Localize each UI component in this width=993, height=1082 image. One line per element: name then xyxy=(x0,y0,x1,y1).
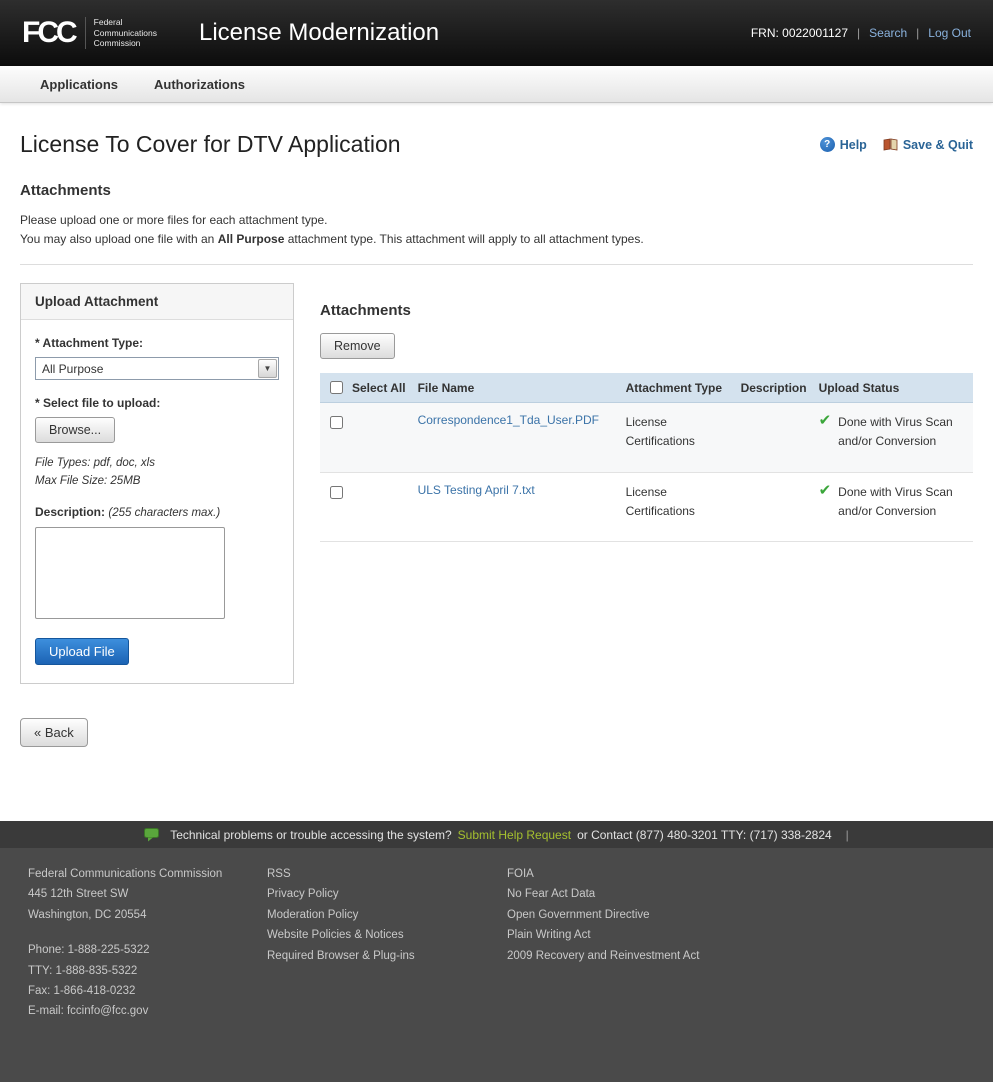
attachments-table: Select All File Name Attachment Type Des… xyxy=(320,373,973,542)
search-link[interactable]: Search xyxy=(869,26,907,40)
help-bar: Technical problems or trouble accessing … xyxy=(0,821,993,848)
footer-link-plain-writing[interactable]: Plain Writing Act xyxy=(507,925,993,945)
app-title: License Modernization xyxy=(199,19,439,47)
book-icon xyxy=(883,138,898,151)
submit-help-request-link[interactable]: Submit Help Request xyxy=(458,828,571,842)
row-checkbox[interactable] xyxy=(330,486,343,499)
help-bar-text: Technical problems or trouble accessing … xyxy=(170,828,451,842)
upload-status-text: Done with Virus Scan and/or Conversion xyxy=(838,413,967,451)
back-button[interactable]: « Back xyxy=(20,718,88,747)
main-nav: Applications Authorizations xyxy=(0,66,993,103)
footer-links-column-1: RSS Privacy Policy Moderation Policy Web… xyxy=(267,864,507,1022)
footer-link-privacy-policy[interactable]: Privacy Policy xyxy=(267,884,507,904)
column-file-name: File Name xyxy=(412,373,620,403)
footer-fcc-name: Federal Communications Commission xyxy=(28,864,267,884)
chevron-down-icon: ▼ xyxy=(258,359,277,378)
browse-button[interactable]: Browse... xyxy=(35,417,115,443)
footer-link-moderation-policy[interactable]: Moderation Policy xyxy=(267,905,507,925)
row-checkbox[interactable] xyxy=(330,416,343,429)
chat-bubble-icon xyxy=(144,828,160,842)
footer-address-line1: 445 12th Street SW xyxy=(28,884,267,904)
table-row: ULS Testing April 7.txt License Certific… xyxy=(320,472,973,541)
footer-link-no-fear-act[interactable]: No Fear Act Data xyxy=(507,884,993,904)
separator: | xyxy=(857,26,860,40)
attachments-list-heading: Attachments xyxy=(320,283,973,319)
upload-attachment-panel: Upload Attachment * Attachment Type: All… xyxy=(20,283,294,684)
success-check-icon: ✔ xyxy=(819,483,832,498)
attachment-type-label: * Attachment Type: xyxy=(35,336,279,350)
footer-email: E-mail: fccinfo@fcc.gov xyxy=(28,1001,267,1021)
page-title: License To Cover for DTV Application xyxy=(20,131,401,158)
help-icon: ? xyxy=(820,137,835,152)
success-check-icon: ✔ xyxy=(819,413,832,428)
help-link-label: Help xyxy=(840,138,867,152)
file-name-link[interactable]: Correspondence1_Tda_User.PDF xyxy=(418,413,599,427)
separator: | xyxy=(846,828,849,842)
fcc-logo[interactable]: FCC Federal Communications Commission xyxy=(22,17,157,49)
remove-button[interactable]: Remove xyxy=(320,333,395,359)
file-types-note: File Types: pdf, doc, xls xyxy=(35,455,279,473)
upload-status-text: Done with Virus Scan and/or Conversion xyxy=(838,483,967,521)
top-header: FCC Federal Communications Commission Li… xyxy=(0,0,993,66)
max-file-size-note: Max File Size: 25MB xyxy=(35,473,279,491)
footer-contact-column: Federal Communications Commission 445 12… xyxy=(28,864,267,1022)
logout-link[interactable]: Log Out xyxy=(928,26,971,40)
attachment-type-value: License Certifications xyxy=(626,413,716,451)
frn-label: FRN: 0022001127 xyxy=(751,26,848,40)
footer-tty: TTY: 1-888-835-5322 xyxy=(28,961,267,981)
logo-sub-line1: Federal xyxy=(94,17,123,27)
fcc-logo-subtext: Federal Communications Commission xyxy=(85,17,157,49)
attachment-type-value: License Certifications xyxy=(626,483,716,521)
instructions-line2: You may also upload one file with an All… xyxy=(20,230,973,249)
description-hint: (255 characters max.) xyxy=(108,507,220,519)
nav-item-applications[interactable]: Applications xyxy=(40,77,118,92)
footer-link-required-browser[interactable]: Required Browser & Plug-ins xyxy=(267,946,507,966)
select-all-checkbox[interactable] xyxy=(330,381,343,394)
attachment-type-selected-value: All Purpose xyxy=(42,362,103,376)
footer-fax: Fax: 1-866-418-0232 xyxy=(28,981,267,1001)
column-upload-status: Upload Status xyxy=(813,373,973,403)
footer-link-foia[interactable]: FOIA xyxy=(507,864,993,884)
table-row: Correspondence1_Tda_User.PDF License Cer… xyxy=(320,403,973,472)
save-and-quit-label: Save & Quit xyxy=(903,138,973,152)
separator: | xyxy=(916,26,919,40)
footer-link-recovery-act[interactable]: 2009 Recovery and Reinvestment Act xyxy=(507,946,993,966)
footer-links-column-2: FOIA No Fear Act Data Open Government Di… xyxy=(507,864,993,1022)
logo-sub-line3: Commission xyxy=(94,38,141,48)
footer-link-website-policies[interactable]: Website Policies & Notices xyxy=(267,925,507,945)
nav-item-authorizations[interactable]: Authorizations xyxy=(154,77,245,92)
divider xyxy=(20,264,973,265)
description-label: Description: xyxy=(35,505,105,519)
description-textarea[interactable] xyxy=(35,527,225,619)
fcc-logo-letters: FCC xyxy=(22,18,75,48)
column-attachment-type: Attachment Type xyxy=(620,373,735,403)
footer-link-open-government[interactable]: Open Government Directive xyxy=(507,905,993,925)
attachment-type-select[interactable]: All Purpose ▼ xyxy=(35,357,279,380)
header-utility-links: FRN: 0022001127 | Search | Log Out xyxy=(751,26,971,40)
file-upload-notes: File Types: pdf, doc, xls Max File Size:… xyxy=(35,455,279,491)
instructions: Please upload one or more files for each… xyxy=(20,211,973,248)
upload-file-button[interactable]: Upload File xyxy=(35,638,129,665)
save-and-quit-link[interactable]: Save & Quit xyxy=(883,138,973,152)
logo-sub-line2: Communications xyxy=(94,28,157,38)
attachments-section-heading: Attachments xyxy=(20,182,973,199)
description-label-row: Description: (255 characters max.) xyxy=(35,505,279,519)
instructions-line1: Please upload one or more files for each… xyxy=(20,211,973,230)
help-link[interactable]: ? Help xyxy=(820,137,867,152)
select-all-label: Select All xyxy=(352,381,406,395)
footer-link-rss[interactable]: RSS xyxy=(267,864,507,884)
page-footer: Federal Communications Commission 445 12… xyxy=(0,848,993,1082)
main-content: License To Cover for DTV Application ? H… xyxy=(0,103,993,821)
table-header-row: Select All File Name Attachment Type Des… xyxy=(320,373,973,403)
attachments-list-section: Attachments Remove Select All File Name … xyxy=(320,283,973,542)
help-bar-contact: or Contact (877) 480-3201 TTY: (717) 338… xyxy=(577,828,832,842)
footer-address-line2: Washington, DC 20554 xyxy=(28,905,267,925)
select-file-label: * Select file to upload: xyxy=(35,396,279,410)
upload-panel-title: Upload Attachment xyxy=(21,284,293,320)
column-description: Description xyxy=(735,373,813,403)
footer-phone: Phone: 1-888-225-5322 xyxy=(28,940,267,960)
file-name-link[interactable]: ULS Testing April 7.txt xyxy=(418,483,535,497)
